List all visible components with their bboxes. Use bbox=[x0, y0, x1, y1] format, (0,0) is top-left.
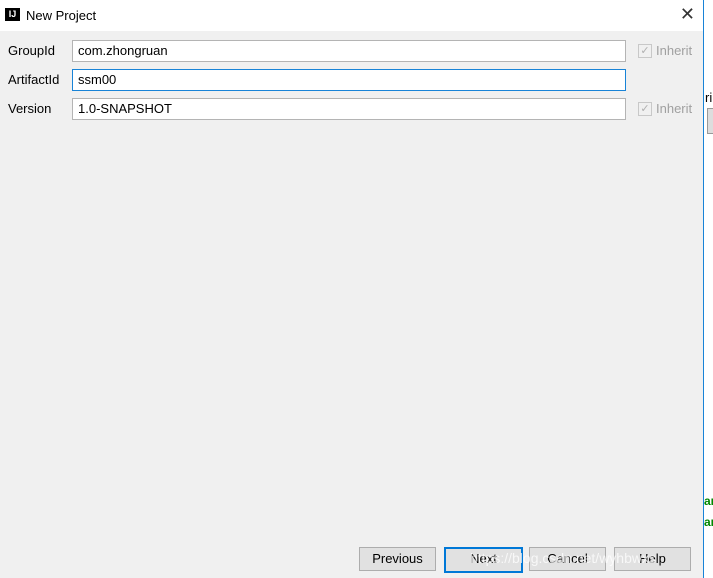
background-green-text: an bbox=[704, 515, 713, 529]
group-id-label: GroupId bbox=[8, 43, 55, 58]
artifact-id-label: ArtifactId bbox=[8, 72, 60, 87]
group-id-inherit-checkbox[interactable]: ✓ Inherit bbox=[638, 43, 692, 58]
artifact-id-row: ArtifactId ssm00 bbox=[0, 69, 703, 91]
inherit-label: Inherit bbox=[656, 43, 693, 58]
group-id-input[interactable]: com.zhongruan bbox=[72, 40, 626, 62]
window-title: New Project bbox=[26, 8, 97, 23]
inherit-label: Inherit bbox=[656, 101, 693, 116]
group-id-row: GroupId com.zhongruan ✓ Inherit bbox=[0, 40, 703, 62]
background-green-text: an bbox=[704, 494, 713, 508]
background-button bbox=[707, 108, 713, 134]
checkmark-icon: ✓ bbox=[638, 101, 652, 116]
background-window: ri an an bbox=[704, 0, 713, 578]
version-inherit-checkbox[interactable]: ✓ Inherit bbox=[638, 101, 692, 116]
version-label: Version bbox=[8, 101, 52, 116]
version-input[interactable]: 1.0-SNAPSHOT bbox=[72, 98, 626, 120]
background-text: ri bbox=[705, 90, 713, 105]
previous-button[interactable]: Previous bbox=[359, 547, 436, 571]
help-button[interactable]: Help bbox=[614, 547, 691, 571]
new-project-dialog: IJ New Project ✕ GroupId com.zhongruan ✓… bbox=[0, 0, 704, 578]
checkmark-icon: ✓ bbox=[638, 43, 652, 58]
next-button[interactable]: Next bbox=[444, 547, 523, 573]
title-bar: IJ New Project ✕ bbox=[0, 0, 703, 31]
intellij-logo-icon: IJ bbox=[5, 8, 20, 23]
artifact-id-input[interactable]: ssm00 bbox=[72, 69, 626, 91]
cancel-button[interactable]: Cancel bbox=[529, 547, 606, 571]
close-icon[interactable]: ✕ bbox=[680, 4, 695, 25]
version-row: Version 1.0-SNAPSHOT ✓ Inherit bbox=[0, 98, 703, 120]
